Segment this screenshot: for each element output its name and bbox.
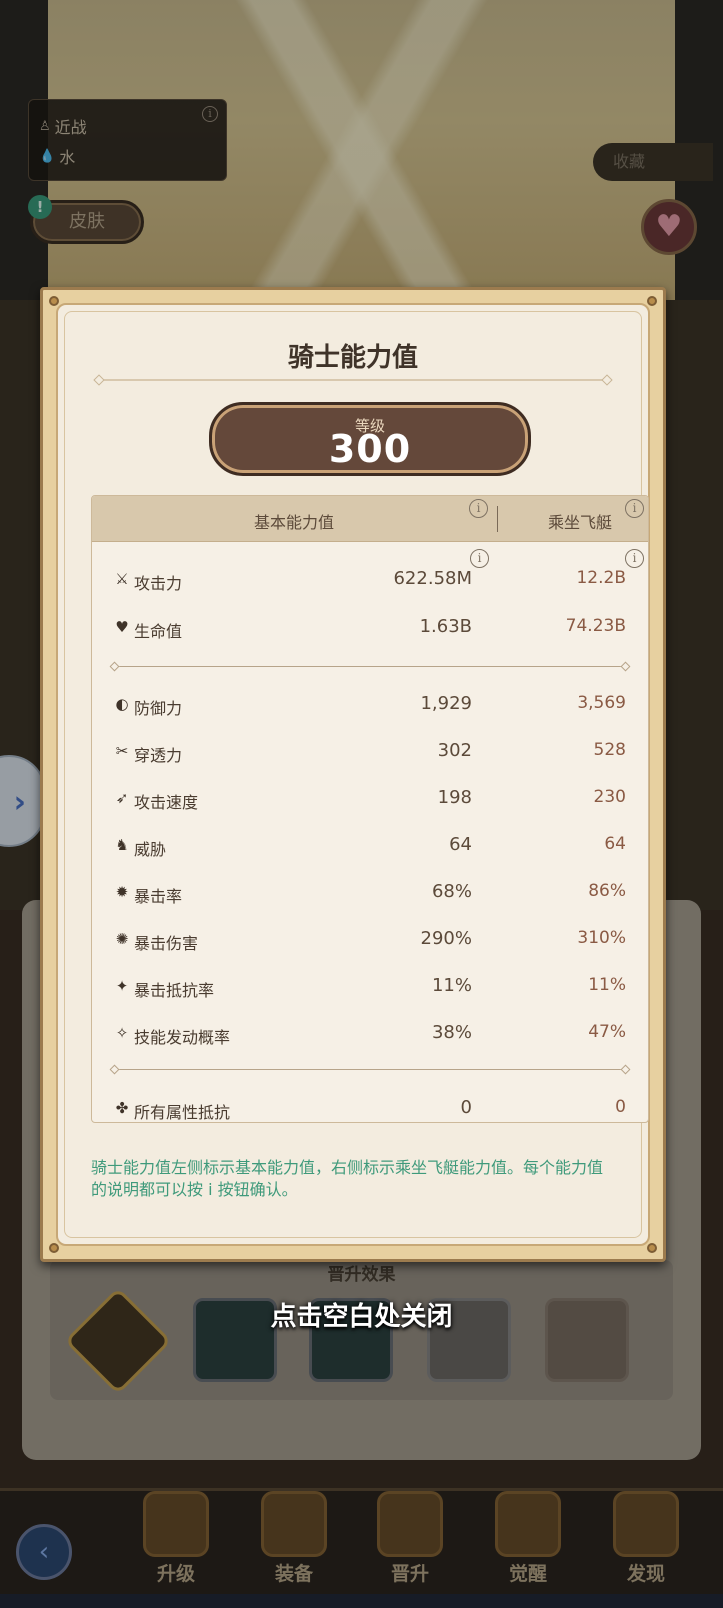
threat-icon: ♞ [115, 836, 129, 854]
crit-resist-icon: ✦ [115, 977, 129, 995]
stat-base-value: 302 [437, 740, 472, 761]
knight-stats-modal: 骑士能力值 等级 300 基本能力值 i 乘坐飞艇 i i i ⚔ 攻击力 62… [40, 287, 666, 1262]
skill-chance-icon: ✧ [115, 1024, 129, 1042]
frame-rivet-icon [647, 1243, 657, 1253]
stat-base-value: 290% [420, 928, 472, 949]
stat-row-penetration[interactable]: ✂ 穿透力 302 528 [92, 738, 648, 768]
section-divider [114, 666, 626, 667]
stat-name: 所有属性抵抗 [134, 1103, 231, 1122]
stat-airship-value: 12.2B [576, 568, 626, 588]
stat-name: 生命值 [134, 622, 183, 641]
frame-rivet-icon [647, 296, 657, 306]
frame-rivet-icon [49, 1243, 59, 1253]
stat-name: 暴击伤害 [134, 934, 199, 953]
speed-icon: ➶ [115, 789, 129, 807]
stats-table-header: 基本能力值 i 乘坐飞艇 i [92, 496, 648, 542]
stat-airship-value: 310% [577, 928, 626, 948]
stat-base-value: 1.63B [419, 616, 472, 637]
stat-airship-value: 47% [588, 1022, 626, 1042]
crit-damage-icon: ✺ [115, 930, 129, 948]
stat-airship-value: 74.23B [565, 616, 626, 636]
stats-table: 基本能力值 i 乘坐飞艇 i i i ⚔ 攻击力 622.58M 12.2B ♥… [91, 495, 649, 1123]
header-divider [497, 506, 498, 532]
stat-name: 技能发动概率 [134, 1028, 231, 1047]
pierce-icon: ✂ [115, 742, 129, 760]
stat-base-value: 0 [460, 1097, 472, 1118]
stat-row-threat[interactable]: ♞ 威胁 64 64 [92, 832, 648, 862]
stat-base-value: 622.58M [393, 568, 472, 589]
modal-body: 骑士能力值 等级 300 基本能力值 i 乘坐飞艇 i i i ⚔ 攻击力 62… [56, 303, 650, 1246]
all-resist-icon: ✤ [115, 1099, 129, 1117]
stat-row-attack[interactable]: ⚔ 攻击力 622.58M 12.2B [92, 566, 648, 596]
stat-base-value: 64 [449, 834, 472, 855]
shield-icon: ◐ [115, 695, 129, 713]
stat-airship-value: 528 [593, 740, 626, 760]
stat-base-value: 1,929 [420, 693, 472, 714]
title-divider [98, 379, 608, 381]
stat-name: 防御力 [134, 699, 183, 718]
frame-rivet-icon [49, 296, 59, 306]
stat-row-hp[interactable]: ♥ 生命值 1.63B 74.23B [92, 614, 648, 644]
modal-title: 骑士能力值 [287, 343, 418, 373]
stat-airship-value: 11% [588, 975, 626, 995]
stat-row-crit-damage[interactable]: ✺ 暴击伤害 290% 310% [92, 926, 648, 956]
stat-airship-value: 0 [615, 1097, 626, 1117]
stat-name: 暴击率 [134, 887, 183, 906]
stat-name: 暴击抵抗率 [134, 981, 215, 1000]
stat-base-value: 11% [431, 975, 472, 996]
stat-base-value: 198 [437, 787, 472, 808]
section-divider [114, 1069, 626, 1070]
stat-airship-value: 86% [588, 881, 626, 901]
stats-footnote: 骑士能力值左侧标示基本能力值，右侧标示乘坐飞艇能力值。每个能力值的说明都可以按 … [91, 1158, 604, 1199]
stat-name: 威胁 [134, 840, 167, 859]
airship-stats-info-icon[interactable]: i [625, 499, 644, 518]
stat-airship-value: 64 [604, 834, 626, 854]
level-plate: 等级 300 [209, 402, 531, 476]
stat-row-skill-chance[interactable]: ✧ 技能发动概率 38% 47% [92, 1020, 648, 1050]
stat-name: 攻击力 [134, 574, 183, 593]
stat-base-value: 38% [431, 1022, 472, 1043]
stat-row-all-resist[interactable]: ✤ 所有属性抵抗 0 0 [92, 1095, 648, 1122]
stat-airship-value: 230 [593, 787, 626, 807]
close-hint: 点击空白处关闭 [270, 1302, 453, 1332]
stat-row-defense[interactable]: ◐ 防御力 1,929 3,569 [92, 691, 648, 721]
heart-icon: ♥ [115, 618, 129, 636]
stat-airship-value: 3,569 [577, 693, 626, 713]
crit-rate-icon: ✹ [115, 883, 129, 901]
stat-row-attack-speed[interactable]: ➶ 攻击速度 198 230 [92, 785, 648, 815]
level-value: 300 [328, 427, 412, 471]
base-stats-info-icon[interactable]: i [469, 499, 488, 518]
stat-row-crit-rate[interactable]: ✹ 暴击率 68% 86% [92, 879, 648, 909]
header-base-stats: 基本能力值 [253, 513, 334, 532]
stat-row-crit-resist[interactable]: ✦ 暴击抵抗率 11% 11% [92, 973, 648, 1003]
stat-name: 穿透力 [134, 746, 183, 765]
stat-base-value: 68% [431, 881, 472, 902]
sword-icon: ⚔ [115, 570, 129, 588]
stat-name: 攻击速度 [134, 793, 199, 812]
